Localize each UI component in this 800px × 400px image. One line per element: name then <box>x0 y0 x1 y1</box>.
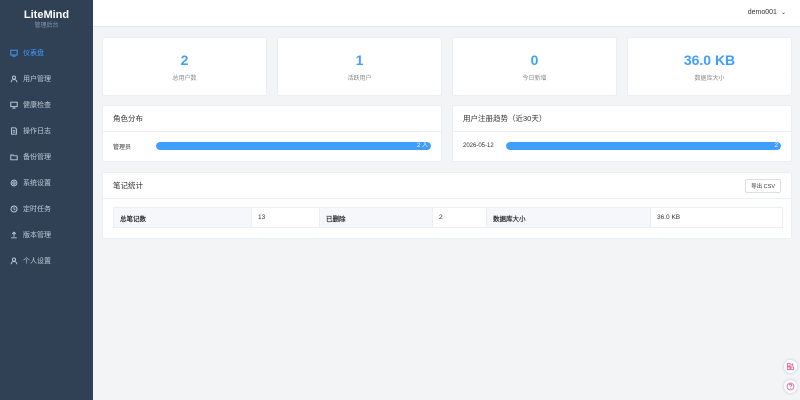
sidebar-item-label: 健康检查 <box>23 102 51 109</box>
sidebar-item-label: 个人设置 <box>23 258 51 265</box>
monitor-icon <box>9 101 18 110</box>
document-icon <box>9 127 18 136</box>
brand-title: LiteMind <box>23 9 70 21</box>
stat-card-new-today: 0 今日新增 <box>452 37 617 96</box>
table-value: 13 <box>251 207 320 228</box>
export-csv-button[interactable]: 导出 CSV <box>745 178 781 193</box>
brand-subtitle: 管理后台 <box>34 23 59 29</box>
table-row: 总笔记数 13 已删除 2 数据库大小 36.0 KB <box>113 207 783 228</box>
stat-card-db-size: 36.0 KB 数据库大小 <box>627 37 792 96</box>
table-key: 已删除 <box>319 207 433 228</box>
stat-label: 今日新增 <box>522 76 547 82</box>
card-title: 用户注册趋势（近30天） <box>453 106 791 132</box>
table-key: 数据库大小 <box>486 207 651 228</box>
sidebar-item-label: 备份管理 <box>23 154 51 161</box>
sidebar-item-versions[interactable]: 版本管理 <box>0 222 93 248</box>
user-menu[interactable]: demo001 ⌄ <box>748 9 786 16</box>
user-icon <box>9 75 18 84</box>
registration-trend-card: 用户注册趋势（近30天） 2026-05-12 2 <box>452 105 792 162</box>
sidebar-item-logs[interactable]: 操作日志 <box>0 118 93 144</box>
clock-icon <box>9 205 18 214</box>
progress-fill: 2 <box>506 142 781 150</box>
progress-bar: 2 <box>506 142 781 150</box>
brand: LiteMind 管理后台 <box>0 0 93 36</box>
progress-bar: 2 人 <box>156 142 431 150</box>
sidebar: LiteMind 管理后台 仪表盘 用户管理 健康检查 操作日志 备份管理 系统… <box>0 0 93 400</box>
sidebar-item-profile[interactable]: 个人设置 <box>0 248 93 274</box>
sidebar-item-label: 版本管理 <box>23 232 51 239</box>
table-value: 2 <box>432 207 487 228</box>
stat-label: 总用户数 <box>172 76 197 82</box>
card-title: 角色分布 <box>103 106 441 132</box>
sidebar-item-tasks[interactable]: 定时任务 <box>0 196 93 222</box>
dashboard-icon <box>9 49 18 58</box>
sidebar-item-label: 系统设置 <box>23 180 51 187</box>
progress-label: 2026-05-12 <box>463 143 494 149</box>
card-header: 笔记统计 导出 CSV <box>103 173 791 199</box>
sidebar-item-dashboard[interactable]: 仪表盘 <box>0 40 93 66</box>
table-key: 总笔记数 <box>113 207 252 228</box>
stat-card-total-users: 2 总用户数 <box>102 37 267 96</box>
sidebar-item-users[interactable]: 用户管理 <box>0 66 93 92</box>
sidebar-item-label: 用户管理 <box>23 76 51 83</box>
stat-value: 0 <box>530 52 539 68</box>
person-icon <box>9 257 18 266</box>
progress-label: 管理员 <box>113 144 132 151</box>
progress-text: 2 人 <box>416 143 428 149</box>
stat-value: 1 <box>355 52 364 68</box>
sidebar-menu: 仪表盘 用户管理 健康检查 操作日志 备份管理 系统设置 定时任务 版本管理 个… <box>0 40 93 274</box>
folder-icon <box>9 153 18 162</box>
table-value: 36.0 KB <box>650 207 783 228</box>
gear-icon <box>9 179 18 188</box>
help-icon <box>786 382 795 391</box>
sidebar-item-label: 仪表盘 <box>23 50 44 57</box>
stat-label: 活跃用户 <box>347 76 372 82</box>
main-content: 2 总用户数 1 活跃用户 0 今日新增 36.0 KB 数据库大小 角色分布 … <box>102 37 792 239</box>
sidebar-item-backup[interactable]: 备份管理 <box>0 144 93 170</box>
progress-row: 2026-05-12 2 <box>453 132 791 160</box>
stat-value: 36.0 KB <box>683 52 736 68</box>
help-float-button[interactable] <box>784 380 797 393</box>
progress-row: 管理员 2 人 <box>103 132 441 160</box>
sidebar-item-label: 操作日志 <box>23 128 51 135</box>
apps-float-button[interactable] <box>784 360 797 373</box>
upload-icon <box>9 231 18 240</box>
stats-row: 2 总用户数 1 活跃用户 0 今日新增 36.0 KB 数据库大小 <box>102 37 792 96</box>
role-distribution-card: 角色分布 管理员 2 人 <box>102 105 442 162</box>
stat-card-active-users: 1 活跃用户 <box>277 37 442 96</box>
card-title: 笔记统计 <box>113 181 143 190</box>
progress-fill: 2 人 <box>156 142 431 150</box>
sidebar-item-health[interactable]: 健康检查 <box>0 92 93 118</box>
stat-value: 2 <box>180 52 189 68</box>
apps-icon <box>786 362 795 371</box>
progress-text: 2 <box>774 143 778 149</box>
distribution-row: 角色分布 管理员 2 人 用户注册趋势（近30天） 2026-05-12 2 <box>102 105 792 162</box>
sidebar-item-settings[interactable]: 系统设置 <box>0 170 93 196</box>
top-header: demo001 ⌄ <box>93 0 800 27</box>
chevron-down-icon: ⌄ <box>780 10 786 16</box>
notes-stats-table: 总笔记数 13 已删除 2 数据库大小 36.0 KB <box>113 207 783 228</box>
stat-label: 数据库大小 <box>694 76 725 82</box>
sidebar-item-label: 定时任务 <box>23 206 51 213</box>
username: demo001 <box>747 9 777 16</box>
notes-stats-card: 笔记统计 导出 CSV 总笔记数 13 已删除 2 数据库大小 36.0 KB <box>102 172 792 239</box>
